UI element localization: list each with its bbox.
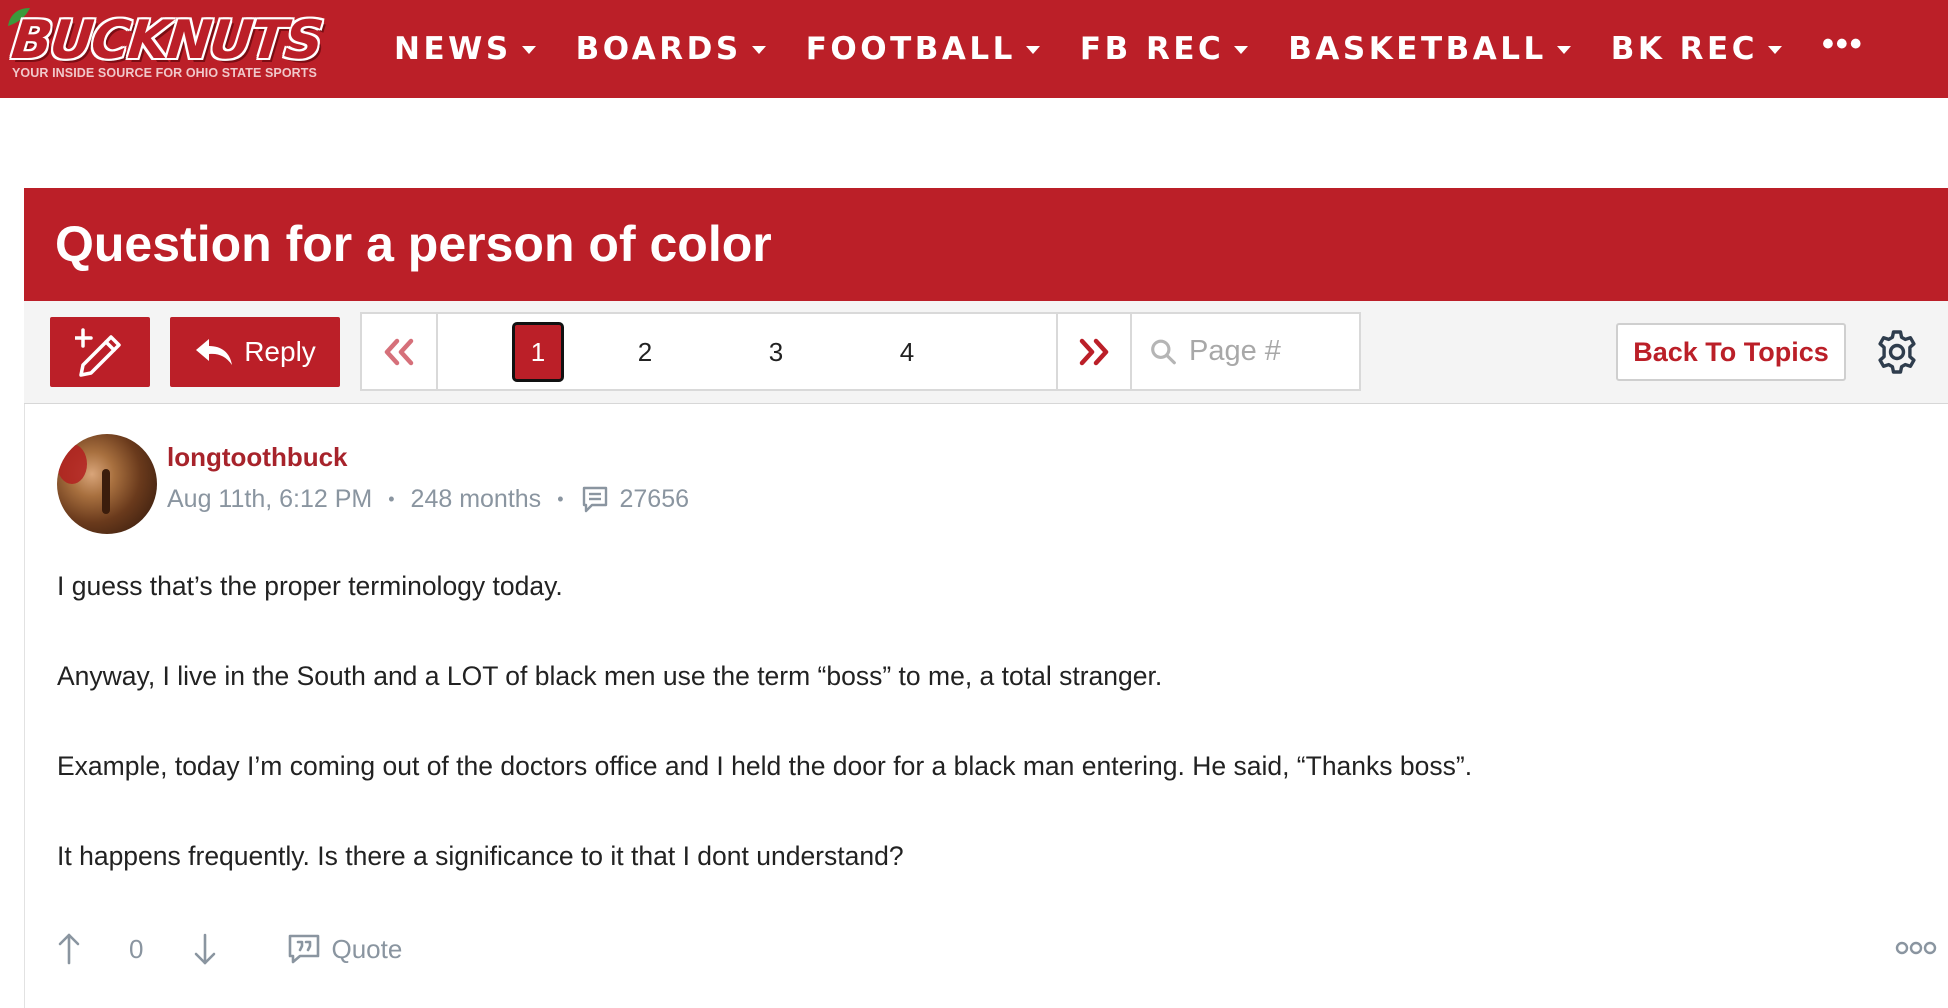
post-actions: 0 Quote [57, 924, 1937, 974]
nav-item-fb-rec[interactable]: FB REC [1079, 31, 1249, 67]
page-number[interactable]: 3 [750, 322, 802, 382]
chevron-down-icon [1025, 46, 1040, 54]
post-options-button[interactable] [1895, 932, 1937, 963]
reply-button-label: Reply [244, 336, 316, 367]
chevron-down-icon [1556, 46, 1571, 54]
thread-toolbar: Reply 1 2 3 4 Back To Topics [24, 301, 1948, 404]
vote-count: 0 [129, 933, 144, 964]
nav-item-boards[interactable]: BOARDS [576, 31, 766, 67]
post-author-username[interactable]: longtoothbuck [167, 442, 348, 473]
new-post-pencil-icon [75, 328, 121, 377]
arrow-up-icon [58, 933, 80, 965]
quote-button-label: Quote [331, 933, 403, 964]
top-navigation-bar: BUCKNUTS YOUR INSIDE SOURCE FOR OHIO STA… [0, 0, 1948, 98]
nav-item-label: BOARDS [575, 31, 742, 67]
post-paragraph: I guess that’s the proper terminology to… [57, 571, 563, 601]
logo-tagline: YOUR INSIDE SOURCE FOR OHIO STATE SPORTS [12, 66, 317, 80]
nav-item-basketball[interactable]: BASKETBALL [1288, 31, 1571, 67]
nav-item-label: FOOTBALL [805, 31, 1016, 67]
more-options-icon [1895, 941, 1937, 955]
arrow-down-icon [195, 933, 216, 965]
thread-title-bar: Question for a person of color [24, 188, 1948, 301]
member-tenure: 248 months [410, 484, 542, 513]
nav-item-label: BK REC [1610, 31, 1758, 67]
double-chevron-left-icon [384, 338, 414, 365]
nav-item-label: BASKETBALL [1288, 31, 1547, 67]
meta-separator: • [557, 488, 564, 509]
main-nav: NEWS BOARDS FOOTBALL FB REC BASKETBALL B… [394, 0, 1864, 98]
post: longtoothbuck Aug 11th, 6:12 PM • 248 mo… [24, 404, 1948, 1008]
downvote-button[interactable] [193, 932, 217, 966]
quote-icon [289, 934, 320, 964]
meta-separator: • [388, 488, 395, 509]
nav-item-bk-rec[interactable]: BK REC [1611, 31, 1782, 67]
post-timestamp: Aug 11th, 6:12 PM [167, 484, 373, 513]
page-jump-field [1134, 314, 1359, 389]
post-paragraph: Anyway, I live in the South and a LOT of… [57, 661, 1163, 691]
last-page-button[interactable] [1056, 314, 1132, 389]
nav-item-label: NEWS [394, 31, 512, 67]
reply-button[interactable]: Reply [170, 317, 340, 387]
back-to-topics-button[interactable]: Back To Topics [1616, 323, 1846, 381]
chevron-down-icon [521, 46, 536, 54]
reply-arrow-icon [196, 339, 233, 365]
post-count-icon [582, 486, 607, 513]
pagination: 1 2 3 4 [360, 312, 1361, 391]
new-post-button[interactable] [50, 317, 150, 387]
nav-item-label: FB REC [1079, 31, 1225, 67]
double-chevron-right-icon [1079, 338, 1109, 365]
nav-more-button[interactable]: ••• [1822, 25, 1864, 64]
first-page-button[interactable] [362, 314, 438, 389]
chevron-down-icon [1767, 46, 1782, 54]
upvote-button[interactable] [57, 932, 81, 966]
site-logo[interactable]: BUCKNUTS YOUR INSIDE SOURCE FOR OHIO STA… [6, 6, 352, 86]
page-number-input[interactable] [1189, 335, 1359, 368]
avatar[interactable] [57, 434, 157, 534]
page-number[interactable]: 4 [881, 322, 933, 382]
chevron-down-icon [751, 46, 766, 54]
post-paragraph: It happens frequently. Is there a signif… [57, 841, 904, 871]
gear-icon[interactable] [1874, 329, 1920, 375]
logo-wordmark: BUCKNUTS [8, 10, 325, 71]
page-number[interactable]: 2 [619, 322, 671, 382]
nav-item-news[interactable]: NEWS [394, 31, 536, 67]
page-title: Question for a person of color [55, 216, 772, 272]
post-paragraph: Example, today I’m coming out of the doc… [57, 751, 1473, 781]
post-meta: Aug 11th, 6:12 PM • 248 months • 27656 [167, 484, 689, 514]
nav-item-football[interactable]: FOOTBALL [806, 31, 1040, 67]
post-body: I guess that’s the proper terminology to… [57, 570, 1857, 930]
quote-button[interactable]: Quote [287, 933, 402, 965]
chevron-down-icon [1234, 46, 1249, 54]
post-count: 27656 [619, 484, 690, 513]
search-icon [1151, 339, 1176, 364]
page-number-current[interactable]: 1 [512, 322, 564, 382]
